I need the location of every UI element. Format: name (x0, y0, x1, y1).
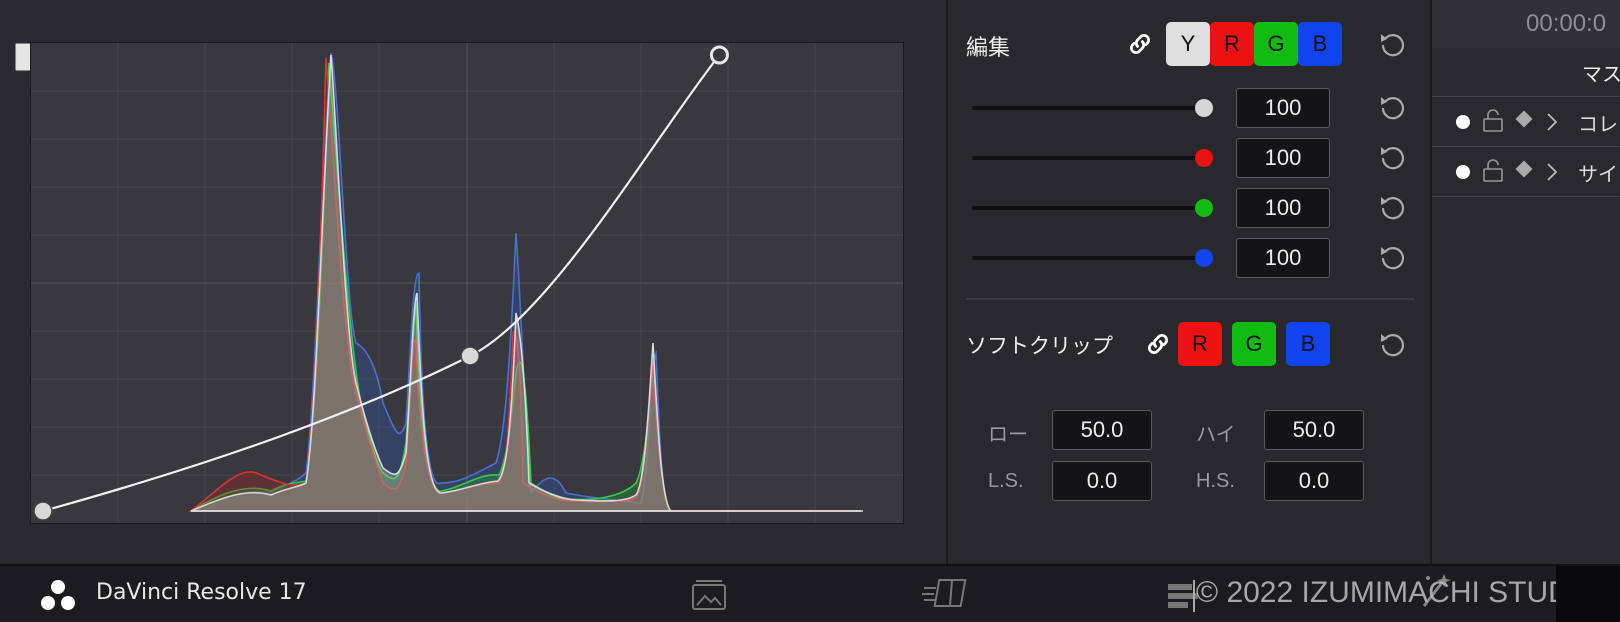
grid (31, 43, 903, 523)
curve-point-0[interactable] (33, 501, 53, 521)
channel-g-button[interactable]: G (1254, 22, 1298, 66)
chevron-right-icon[interactable] (1546, 112, 1558, 132)
slider-g-knob[interactable] (1195, 199, 1213, 217)
channel-b-button[interactable]: B (1298, 22, 1342, 66)
reset-icon[interactable] (1378, 93, 1408, 123)
chevron-right-icon[interactable] (1546, 162, 1558, 182)
curve-editor[interactable] (30, 42, 904, 524)
node-panel: 00:00:0 マス コレ サイ (1430, 0, 1620, 564)
slider-r-knob[interactable] (1195, 149, 1213, 167)
slider-y-knob[interactable] (1195, 99, 1213, 117)
edit-title: 編集 (966, 36, 1011, 61)
keyframe-icon[interactable] (1515, 110, 1533, 128)
right-header: マス (1582, 62, 1620, 86)
curve-point-1[interactable] (460, 346, 480, 366)
bottom-bar: DaVinci Resolve 17 © 2022 IZUMIMACHI STU… (0, 564, 1620, 622)
channel-r-button[interactable]: R (1210, 22, 1254, 66)
reset-icon[interactable] (1378, 30, 1408, 60)
slider-g-value[interactable]: 100 (1236, 188, 1330, 228)
lock-icon[interactable] (1482, 109, 1504, 133)
reset-icon[interactable] (1378, 243, 1408, 273)
media-page-icon[interactable] (690, 578, 728, 612)
slider-r-value[interactable]: 100 (1236, 138, 1330, 178)
davinci-logo-icon (41, 580, 75, 610)
low-value[interactable]: 50.0 (1052, 410, 1152, 450)
slider-b-value[interactable]: 100 (1236, 238, 1330, 278)
list-item[interactable]: コレ (1432, 98, 1620, 146)
reset-icon[interactable] (1378, 193, 1408, 223)
softclip-g-button[interactable]: G (1232, 322, 1276, 366)
dot-icon[interactable] (1456, 115, 1470, 129)
low-label: ロー (988, 424, 1028, 446)
channel-y-button[interactable]: Y (1166, 22, 1210, 66)
app-name: DaVinci Resolve 17 (96, 580, 307, 605)
reset-icon[interactable] (1378, 330, 1408, 360)
list-item[interactable]: サイ (1432, 148, 1620, 196)
watermark: © 2022 IZUMIMACHI STUDIO (1196, 576, 1602, 609)
ls-label: L.S. (988, 470, 1024, 492)
softclip-title: ソフトクリップ (966, 334, 1113, 358)
hs-label: H.S. (1196, 470, 1235, 492)
list-item-label: サイ (1578, 162, 1618, 186)
link-icon[interactable] (1144, 330, 1172, 358)
cut-page-icon[interactable] (920, 576, 972, 612)
ls-value[interactable]: 0.0 (1052, 461, 1152, 501)
lock-icon[interactable] (1482, 159, 1504, 183)
softclip-r-button[interactable]: R (1178, 322, 1222, 366)
slider-b-knob[interactable] (1195, 249, 1213, 267)
curve-panel (0, 0, 946, 564)
divider (966, 298, 1414, 300)
curve-graph-svg[interactable] (31, 43, 903, 523)
softclip-b-button[interactable]: B (1286, 322, 1330, 366)
keyframe-icon[interactable] (1515, 160, 1533, 178)
timecode: 00:00:0 (1526, 10, 1607, 37)
link-icon[interactable] (1126, 30, 1154, 58)
curve-point-2[interactable] (709, 45, 729, 65)
dot-icon[interactable] (1456, 165, 1470, 179)
list-item-label: コレ (1578, 112, 1618, 136)
slider-y-value[interactable]: 100 (1236, 88, 1330, 128)
reset-icon[interactable] (1378, 143, 1408, 173)
edit-panel: 編集 Y R G B 100 100 100 100 ソフトクリップ R G B… (946, 0, 1432, 564)
high-label: ハイ (1196, 424, 1236, 446)
hs-value[interactable]: 0.0 (1264, 461, 1364, 501)
high-value[interactable]: 50.0 (1264, 410, 1364, 450)
